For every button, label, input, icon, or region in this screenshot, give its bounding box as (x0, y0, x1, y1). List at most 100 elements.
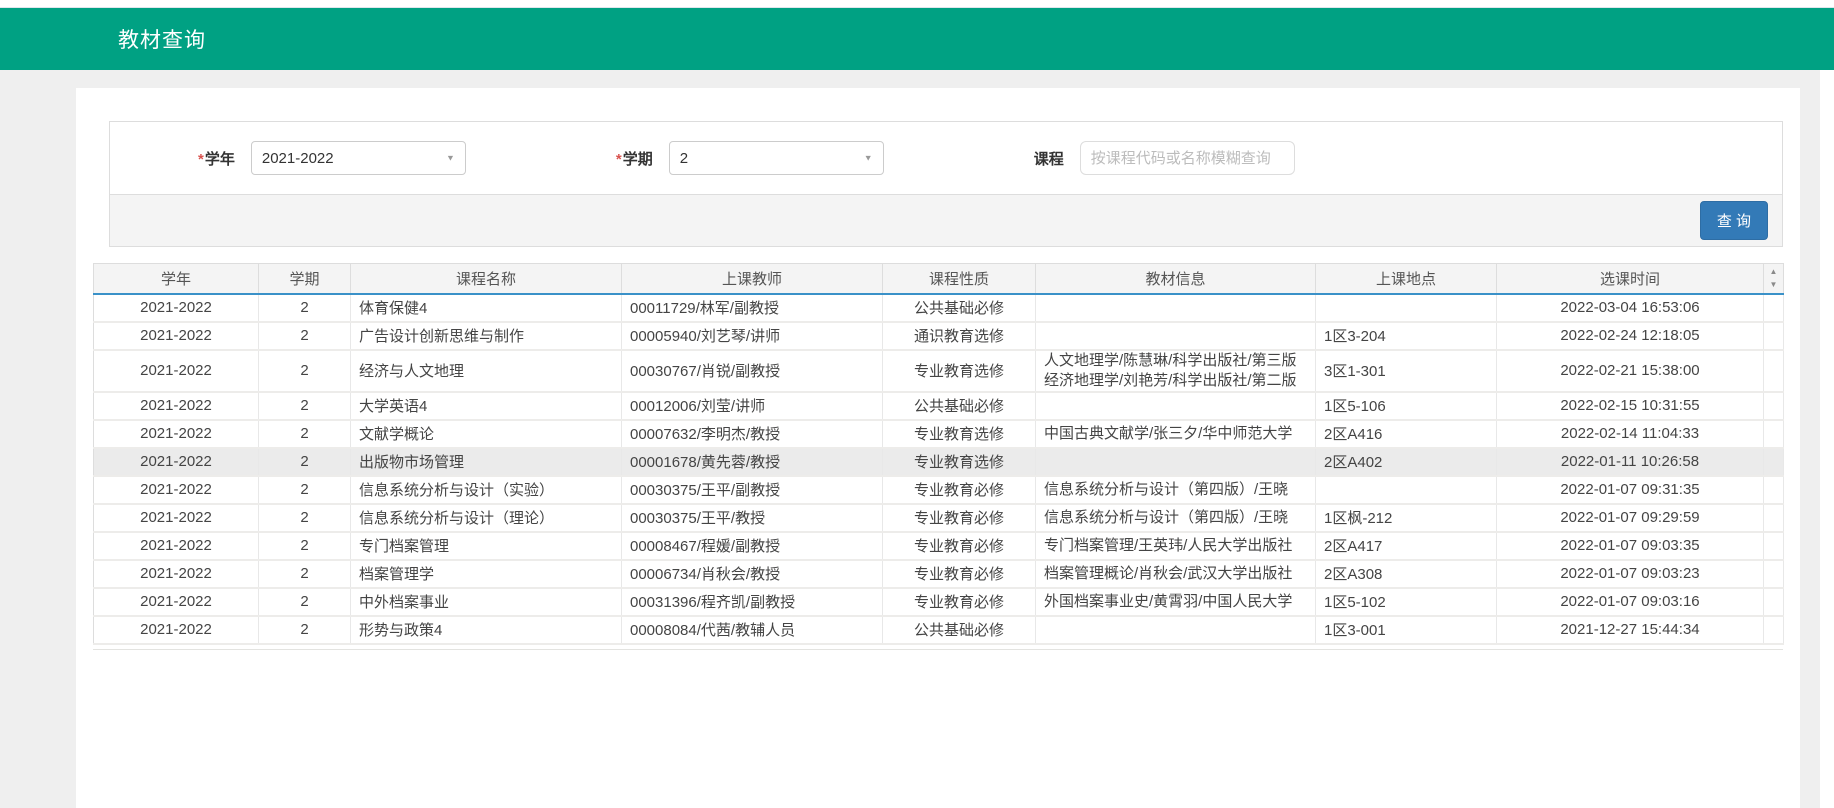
table-scrollbar-track[interactable] (1764, 322, 1784, 350)
cell-course-type: 专业教育选修 (883, 350, 1036, 392)
cell-course-name: 大学英语4 (351, 392, 622, 420)
table-scrollbar-track[interactable] (1764, 616, 1784, 644)
scroll-up-icon[interactable]: ▲ (1770, 268, 1778, 276)
results-table-wrap: 学年学期课程名称上课教师课程性质教材信息上课地点选课时间▲▼ 2021-2022… (93, 263, 1783, 650)
year-select[interactable]: 2021-2022 ▼ (251, 141, 466, 175)
results-table: 学年学期课程名称上课教师课程性质教材信息上课地点选课时间▲▼ 2021-2022… (93, 263, 1784, 645)
required-asterisk: * (198, 151, 204, 168)
cell-year: 2021-2022 (94, 448, 259, 476)
cell-course-name: 出版物市场管理 (351, 448, 622, 476)
table-scrollbar[interactable]: ▲▼ (1764, 264, 1784, 294)
cell-time: 2022-01-07 09:03:16 (1497, 588, 1764, 616)
cell-term: 2 (259, 532, 351, 560)
scroll-down-icon[interactable]: ▼ (1770, 281, 1778, 289)
content-panel: *学年 2021-2022 ▼ *学期 2 ▼ 课程 查 询 (76, 88, 1800, 808)
form-actions-bar: 查 询 (110, 194, 1782, 246)
cell-term: 2 (259, 294, 351, 322)
cell-location: 1区5-102 (1316, 588, 1497, 616)
chevron-down-icon: ▼ (864, 154, 873, 163)
page-title: 教材查询 (118, 24, 206, 54)
cell-teacher: 00030767/肖锐/副教授 (622, 350, 883, 392)
textbook-line: 信息系统分析与设计（第四版）/王晓 (1044, 480, 1307, 500)
table-scrollbar-track[interactable] (1764, 504, 1784, 532)
table-scrollbar-track[interactable] (1764, 294, 1784, 322)
top-strip (0, 0, 1834, 8)
table-header: 学年学期课程名称上课教师课程性质教材信息上课地点选课时间▲▼ (94, 264, 1784, 294)
cell-textbook-info: 信息系统分析与设计（第四版）/王晓 (1036, 504, 1316, 532)
cell-time: 2022-02-15 10:31:55 (1497, 392, 1764, 420)
cell-year: 2021-2022 (94, 588, 259, 616)
cell-location: 1区3-001 (1316, 616, 1497, 644)
textbook-line: 经济地理学/刘艳芳/科学出版社/第二版 (1044, 371, 1307, 391)
table-row[interactable]: 2021-20222出版物市场管理00001678/黄先蓉/教授专业教育选修2区… (94, 448, 1784, 476)
course-label: 课程 (1034, 148, 1064, 169)
cell-term: 2 (259, 616, 351, 644)
table-row[interactable]: 2021-20222信息系统分析与设计（实验）00030375/王平/副教授专业… (94, 476, 1784, 504)
table-scrollbar-track[interactable] (1764, 392, 1784, 420)
cell-year: 2021-2022 (94, 504, 259, 532)
cell-location: 2区A416 (1316, 420, 1497, 448)
table-scrollbar-track[interactable] (1764, 476, 1784, 504)
cell-term: 2 (259, 420, 351, 448)
cell-textbook-info (1036, 294, 1316, 322)
cell-year: 2021-2022 (94, 616, 259, 644)
cell-teacher: 00008467/程媛/副教授 (622, 532, 883, 560)
table-row[interactable]: 2021-20222信息系统分析与设计（理论）00030375/王平/教授专业教… (94, 504, 1784, 532)
cell-year: 2021-2022 (94, 322, 259, 350)
search-button[interactable]: 查 询 (1700, 201, 1768, 240)
textbook-line: 信息系统分析与设计（第四版）/王晓 (1044, 508, 1307, 528)
cell-time: 2022-01-11 10:26:58 (1497, 448, 1764, 476)
cell-textbook-info: 档案管理概论/肖秋会/武汉大学出版社 (1036, 560, 1316, 588)
cell-course-name: 专门档案管理 (351, 532, 622, 560)
year-select-value: 2021-2022 (262, 150, 334, 167)
table-row[interactable]: 2021-20222中外档案事业00031396/程齐凯/副教授专业教育必修外国… (94, 588, 1784, 616)
table-row[interactable]: 2021-20222档案管理学00006734/肖秋会/教授专业教育必修档案管理… (94, 560, 1784, 588)
term-select[interactable]: 2 ▼ (669, 141, 884, 175)
table-row[interactable]: 2021-20222文献学概论00007632/李明杰/教授专业教育选修中国古典… (94, 420, 1784, 448)
cell-course-type: 专业教育选修 (883, 448, 1036, 476)
term-field: *学期 2 ▼ (616, 141, 884, 175)
cell-textbook-info (1036, 392, 1316, 420)
cell-course-name: 中外档案事业 (351, 588, 622, 616)
table-row[interactable]: 2021-20222经济与人文地理00030767/肖锐/副教授专业教育选修人文… (94, 350, 1784, 392)
cell-location (1316, 476, 1497, 504)
table-row[interactable]: 2021-20222体育保健400011729/林军/副教授公共基础必修2022… (94, 294, 1784, 322)
cell-teacher: 00008084/代茜/教辅人员 (622, 616, 883, 644)
cell-textbook-info: 人文地理学/陈慧琳/科学出版社/第三版经济地理学/刘艳芳/科学出版社/第二版 (1036, 350, 1316, 392)
cell-location: 2区A417 (1316, 532, 1497, 560)
cell-location: 1区枫-212 (1316, 504, 1497, 532)
table-scrollbar-track[interactable] (1764, 588, 1784, 616)
form-fields-row: *学年 2021-2022 ▼ *学期 2 ▼ 课程 (110, 122, 1782, 194)
cell-course-type: 专业教育必修 (883, 532, 1036, 560)
cell-course-name: 信息系统分析与设计（理论） (351, 504, 622, 532)
table-scrollbar-track[interactable] (1764, 560, 1784, 588)
cell-textbook-info (1036, 616, 1316, 644)
column-header: 学年 (94, 264, 259, 294)
table-scrollbar-track[interactable] (1764, 532, 1784, 560)
cell-textbook-info: 中国古典文献学/张三夕/华中师范大学 (1036, 420, 1316, 448)
table-row[interactable]: 2021-20222广告设计创新思维与制作00005940/刘艺琴/讲师通识教育… (94, 322, 1784, 350)
column-header: 上课地点 (1316, 264, 1497, 294)
page-scrollbar[interactable] (1820, 70, 1834, 808)
cell-course-type: 专业教育必修 (883, 560, 1036, 588)
cell-time: 2022-03-04 16:53:06 (1497, 294, 1764, 322)
table-scrollbar-track[interactable] (1764, 420, 1784, 448)
table-scrollbar-track[interactable] (1764, 350, 1784, 392)
table-row[interactable]: 2021-20222大学英语400012006/刘莹/讲师公共基础必修1区5-1… (94, 392, 1784, 420)
cell-teacher: 00007632/李明杰/教授 (622, 420, 883, 448)
year-label: *学年 (198, 148, 235, 169)
navbar: 教材查询 (0, 8, 1834, 70)
cell-textbook-info: 专门档案管理/王英玮/人民大学出版社 (1036, 532, 1316, 560)
course-input[interactable] (1080, 141, 1295, 175)
cell-term: 2 (259, 322, 351, 350)
cell-teacher: 00001678/黄先蓉/教授 (622, 448, 883, 476)
cell-textbook-info: 外国档案事业史/黄霄羽/中国人民大学 (1036, 588, 1316, 616)
cell-textbook-info: 信息系统分析与设计（第四版）/王晓 (1036, 476, 1316, 504)
term-select-value: 2 (680, 150, 688, 167)
table-row[interactable]: 2021-20222专门档案管理00008467/程媛/副教授专业教育必修专门档… (94, 532, 1784, 560)
required-asterisk: * (616, 151, 622, 168)
course-field: 课程 (1034, 141, 1295, 175)
table-row[interactable]: 2021-20222形势与政策400008084/代茜/教辅人员公共基础必修1区… (94, 616, 1784, 644)
table-scrollbar-track[interactable] (1764, 448, 1784, 476)
cell-location: 1区3-204 (1316, 322, 1497, 350)
